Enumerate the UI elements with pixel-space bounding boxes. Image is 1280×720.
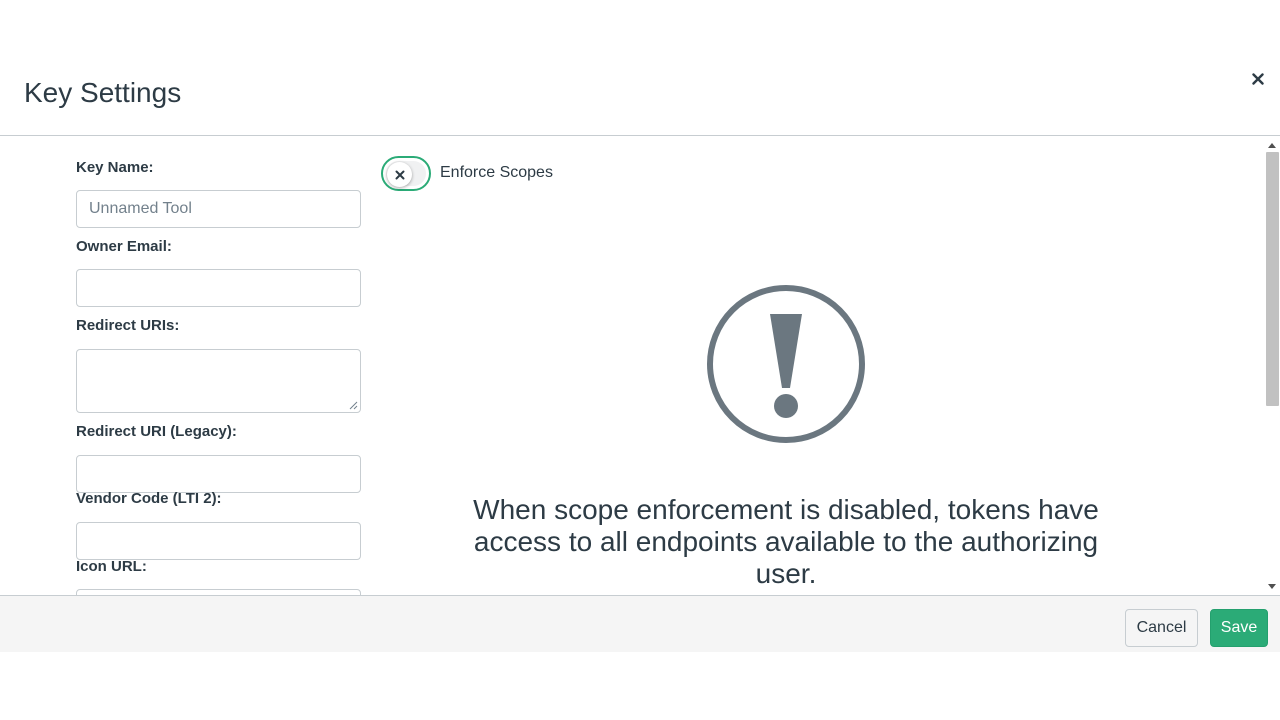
key-name-label: Key Name: [76,159,154,176]
caret-down-icon [1268,583,1276,589]
save-button[interactable]: Save [1210,609,1268,647]
cancel-button[interactable]: Cancel [1125,609,1198,647]
vendor-code-label: Vendor Code (LTI 2): [76,490,222,507]
owner-email-label: Owner Email: [76,238,172,255]
caret-up-icon [1268,142,1276,148]
scroll-up-arrow[interactable] [1264,138,1280,152]
modal-footer: Cancel Save [0,595,1280,652]
redirect-uri-legacy-input[interactable] [76,455,361,493]
redirect-uris-textarea[interactable] [76,349,361,413]
owner-email-input[interactable] [76,269,361,307]
exclamation-circle-icon [707,285,865,443]
enforce-scopes-toggle[interactable] [381,156,431,191]
resize-grip-icon[interactable] [349,401,358,410]
enforce-scopes-label: Enforce Scopes [440,164,553,181]
modal-body: Key Name: Owner Email: Redirect URIs: Re… [0,136,1264,595]
scope-warning-message: When scope enforcement is disabled, toke… [473,494,1099,589]
modal-body-scrollbar[interactable] [1264,136,1280,595]
key-settings-modal: Key Settings Key Name: Owner Email: Redi… [0,0,1280,652]
redirect-uris-label: Redirect URIs: [76,317,180,334]
x-icon [395,170,404,179]
vendor-code-input[interactable] [76,522,361,560]
redirect-uri-legacy-label: Redirect URI (Legacy): [76,423,237,440]
modal-header: Key Settings [0,51,1280,136]
modal-title: Key Settings [24,77,182,108]
close-icon [1252,73,1264,85]
toggle-knob [387,162,412,187]
icon-url-label: Icon URL: [76,558,147,575]
key-name-input[interactable] [76,190,361,228]
scroll-thumb[interactable] [1266,152,1279,406]
close-button[interactable] [1244,67,1272,91]
scroll-down-arrow[interactable] [1264,579,1280,593]
